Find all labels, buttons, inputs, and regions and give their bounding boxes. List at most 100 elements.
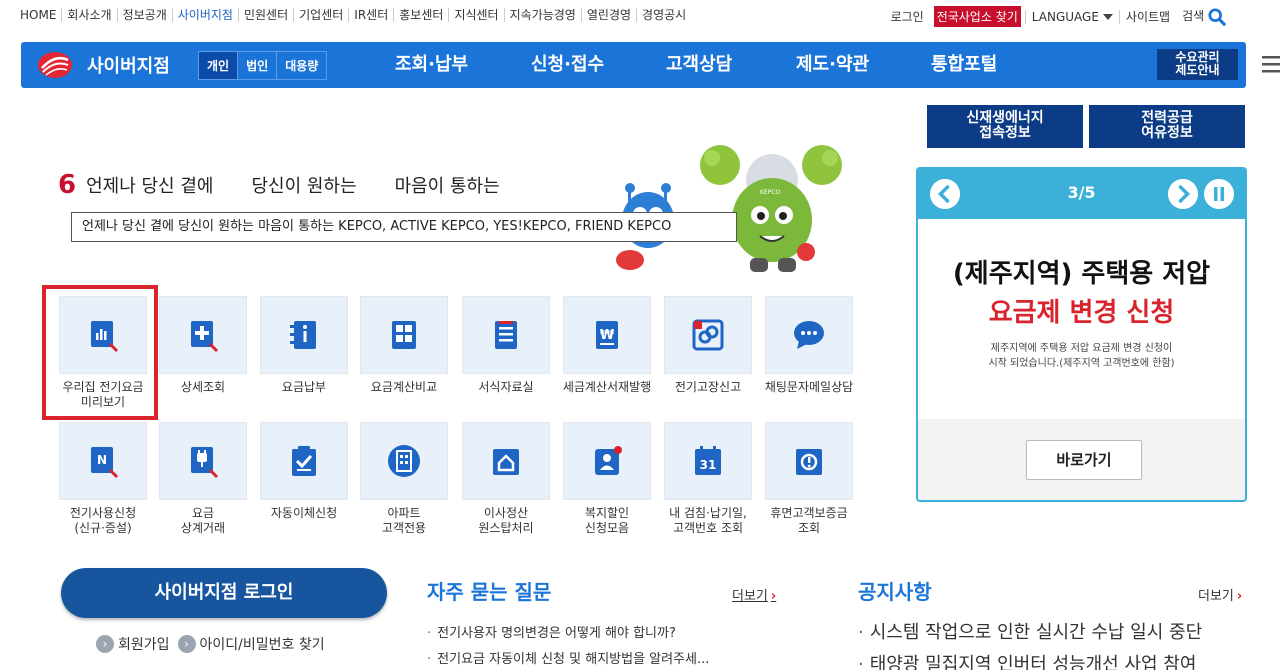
notice-more-link[interactable]: 더보기 › — [1198, 585, 1242, 604]
link-sustainability[interactable]: 지속가능경영 — [503, 8, 581, 22]
banner-header: 3/5 — [918, 169, 1245, 219]
link-cyber-branch[interactable]: 사이버지점 — [171, 8, 238, 22]
alert-folder-icon — [796, 449, 822, 475]
brand-title: 사이버지점 — [87, 56, 170, 77]
faq-item[interactable]: 전기요금 자동이체 신청 및 해지방법을 알려주세... — [427, 648, 709, 670]
search-button[interactable]: 검색 — [1176, 7, 1232, 26]
quick-menu-label: 요금 상계거래 — [180, 506, 226, 535]
pause-icon[interactable] — [1204, 179, 1234, 209]
faq-list: 전기사용자 명의변경은 어떻게 해야 합니까? 전기요금 자동이체 신청 및 해… — [427, 622, 709, 670]
faq-more-label: 더보기 — [732, 589, 768, 604]
document-list-icon — [495, 321, 517, 349]
slogan-tooltip: 언제나 당신 곁에 당신이 원하는 마음이 통하는 KEPCO, ACTIVE … — [71, 212, 737, 242]
link-pr-center[interactable]: 홍보센터 — [393, 8, 448, 22]
chevron-right-icon: › — [1236, 589, 1243, 604]
quick-menu-item[interactable]: 아파트 고객전용 — [356, 422, 452, 536]
signup-link[interactable]: › 회원가입 — [96, 634, 170, 654]
quick-menu-item[interactable]: 상세조회 — [155, 296, 251, 395]
quick-menu-item[interactable]: 요금 상계거래 — [155, 422, 251, 536]
next-arrow-icon[interactable] — [1168, 179, 1198, 209]
quick-menu-item[interactable]: 31 내 검침·납기일, 고객번호 조회 — [660, 422, 756, 536]
renewable-energy-connection-button[interactable]: 신재생에너지 접속정보 — [927, 105, 1083, 148]
cyber-branch-login-button[interactable]: 사이버지점 로그인 — [61, 568, 387, 618]
global-links: HOME 회사소개 정보공개 사이버지점 민원센터 기업센터 IR센터 홍보센터… — [20, 8, 691, 22]
chat-bubble-icon — [794, 321, 824, 349]
tab-large-capacity[interactable]: 대용량 — [276, 52, 326, 79]
quick-menu-item[interactable]: N 전기사용신청 (신규·증설) — [55, 422, 151, 536]
notice-item[interactable]: 태양광 밀집지역 인버터 성능개선 사업 참여 — [858, 650, 1202, 670]
quick-menu-label: 서식자료실 — [478, 380, 534, 394]
quick-menu-tile: 31 — [664, 422, 752, 500]
link-civil-center[interactable]: 민원센터 — [237, 8, 293, 22]
quick-menu-label: 내 검침·납기일, 고객번호 조회 — [669, 506, 747, 535]
menu-customer-service[interactable]: 고객상담 — [666, 42, 732, 88]
link-disclosure[interactable]: 정보공개 — [116, 8, 172, 22]
brand[interactable]: 사이버지점 — [37, 50, 170, 80]
link-open-management[interactable]: 열린경영 — [580, 8, 636, 22]
notice-item[interactable]: 시스템 작업으로 인한 실시간 수납 일시 중단 — [858, 618, 1202, 650]
svg-text:N: N — [97, 453, 107, 467]
quick-menu-item[interactable]: 서식자료실 — [458, 296, 554, 395]
banner-content[interactable]: (제주지역) 주택용 저압 요금제 변경 신청 제주지역에 주택용 저압 요금제… — [918, 219, 1245, 419]
main-navigation: 사이버지점 개인 법인 대용량 조회·납부 신청·접수 고객상담 제도·약관 통… — [21, 42, 1280, 88]
demand-management-guide-button[interactable]: 수요관리 제도안내 — [1157, 49, 1238, 80]
menu-policy-terms[interactable]: 제도·약관 — [796, 42, 869, 88]
link-knowledge-center[interactable]: 지식센터 — [448, 8, 503, 22]
login-link[interactable]: 로그인 — [885, 8, 930, 25]
top-right-links: 로그인 전국사업소 찾기 LANGUAGE 사이트맵 검색 — [885, 6, 1232, 27]
quick-menu-item[interactable]: 휴면고객보증금 조회 — [761, 422, 857, 536]
slogan-word-2: 당신이 원하는 — [251, 176, 357, 197]
guide-line-2: 제도안내 — [1175, 63, 1220, 77]
check-clipboard-icon — [292, 446, 316, 476]
apartment-icon — [388, 445, 420, 477]
quick-menu-item[interactable]: 자동이체신청 — [256, 422, 352, 521]
faq-item[interactable]: 전기사용자 명의변경은 어떻게 해야 합니까? — [427, 622, 709, 648]
quick-menu-label: 휴면고객보증금 조회 — [770, 506, 848, 535]
quick-menu-tile — [664, 296, 752, 374]
banner-title-line-1: (제주지역) 주택용 저압 — [952, 259, 1211, 289]
quick-menu-item[interactable]: ₩ 세금계산서재발행 — [559, 296, 655, 395]
find-credentials-label: 아이디/비밀번호 찾기 — [199, 637, 325, 653]
go-shortcut-button[interactable]: 바로가기 — [1026, 440, 1142, 480]
quick-menu-item[interactable]: 채팅문자메일상담 — [761, 296, 857, 395]
quick-menu-tile — [360, 296, 448, 374]
quick-menu-item[interactable]: 이사정산 원스탑처리 — [458, 422, 554, 536]
kepco-mascots-illustration: KEPCO — [616, 145, 842, 272]
supply-line-1: 전력공급 — [1141, 110, 1193, 126]
highlight-box — [42, 285, 158, 420]
menu-inquiry-payment[interactable]: 조회·납부 — [395, 42, 468, 88]
menu-integrated-portal[interactable]: 통합포털 — [931, 42, 997, 88]
quick-menu-item[interactable]: 요금납부 — [256, 296, 352, 395]
calendar-day-label: 31 — [700, 458, 717, 472]
link-company[interactable]: 회사소개 — [61, 8, 116, 22]
link-home[interactable]: HOME — [20, 8, 61, 22]
quick-menu-label: 채팅문자메일상담 — [764, 380, 854, 394]
find-credentials-link[interactable]: › 아이디/비밀번호 찾기 — [177, 634, 325, 654]
link-ir-center[interactable]: IR센터 — [348, 8, 393, 22]
search-icon — [1208, 8, 1226, 26]
tab-corporate[interactable]: 법인 — [237, 52, 276, 79]
power-supply-margin-button[interactable]: 전력공급 여유정보 — [1089, 105, 1245, 148]
customer-type-tabs: 개인 법인 대용량 — [198, 51, 328, 80]
quick-menu-item[interactable]: 복지할인 신청모음 — [559, 422, 655, 536]
house-folder-icon — [493, 449, 519, 475]
quick-menu-label: 전기고장신고 — [674, 380, 742, 394]
tab-personal[interactable]: 개인 — [199, 52, 238, 79]
quick-menu-tile — [260, 422, 348, 500]
quick-menu-label: 상세조회 — [180, 380, 226, 394]
faq-more-link[interactable]: 더보기 › — [732, 585, 776, 604]
quick-menu-label: 세금계산서재발행 — [562, 380, 652, 394]
quick-menu-label: 자동이체신청 — [270, 506, 338, 520]
link-management-disclosure[interactable]: 경영공시 — [636, 8, 691, 22]
branch-find-button[interactable]: 전국사업소 찾기 — [933, 6, 1021, 27]
quick-menu-tile — [462, 422, 550, 500]
menu-application[interactable]: 신청·접수 — [531, 42, 604, 88]
renewable-line-1: 신재생에너지 — [966, 110, 1044, 126]
link-business-center[interactable]: 기업센터 — [293, 8, 348, 22]
hamburger-menu-icon[interactable] — [1260, 52, 1282, 78]
quick-menu-item[interactable]: 전기고장신고 — [660, 296, 756, 395]
quick-menu-item[interactable]: 요금계산비교 — [356, 296, 452, 395]
sitemap-link[interactable]: 사이트맵 — [1120, 8, 1176, 25]
language-dropdown[interactable]: LANGUAGE — [1024, 9, 1120, 24]
quick-menu-label: 복지할인 신청모음 — [584, 506, 630, 535]
